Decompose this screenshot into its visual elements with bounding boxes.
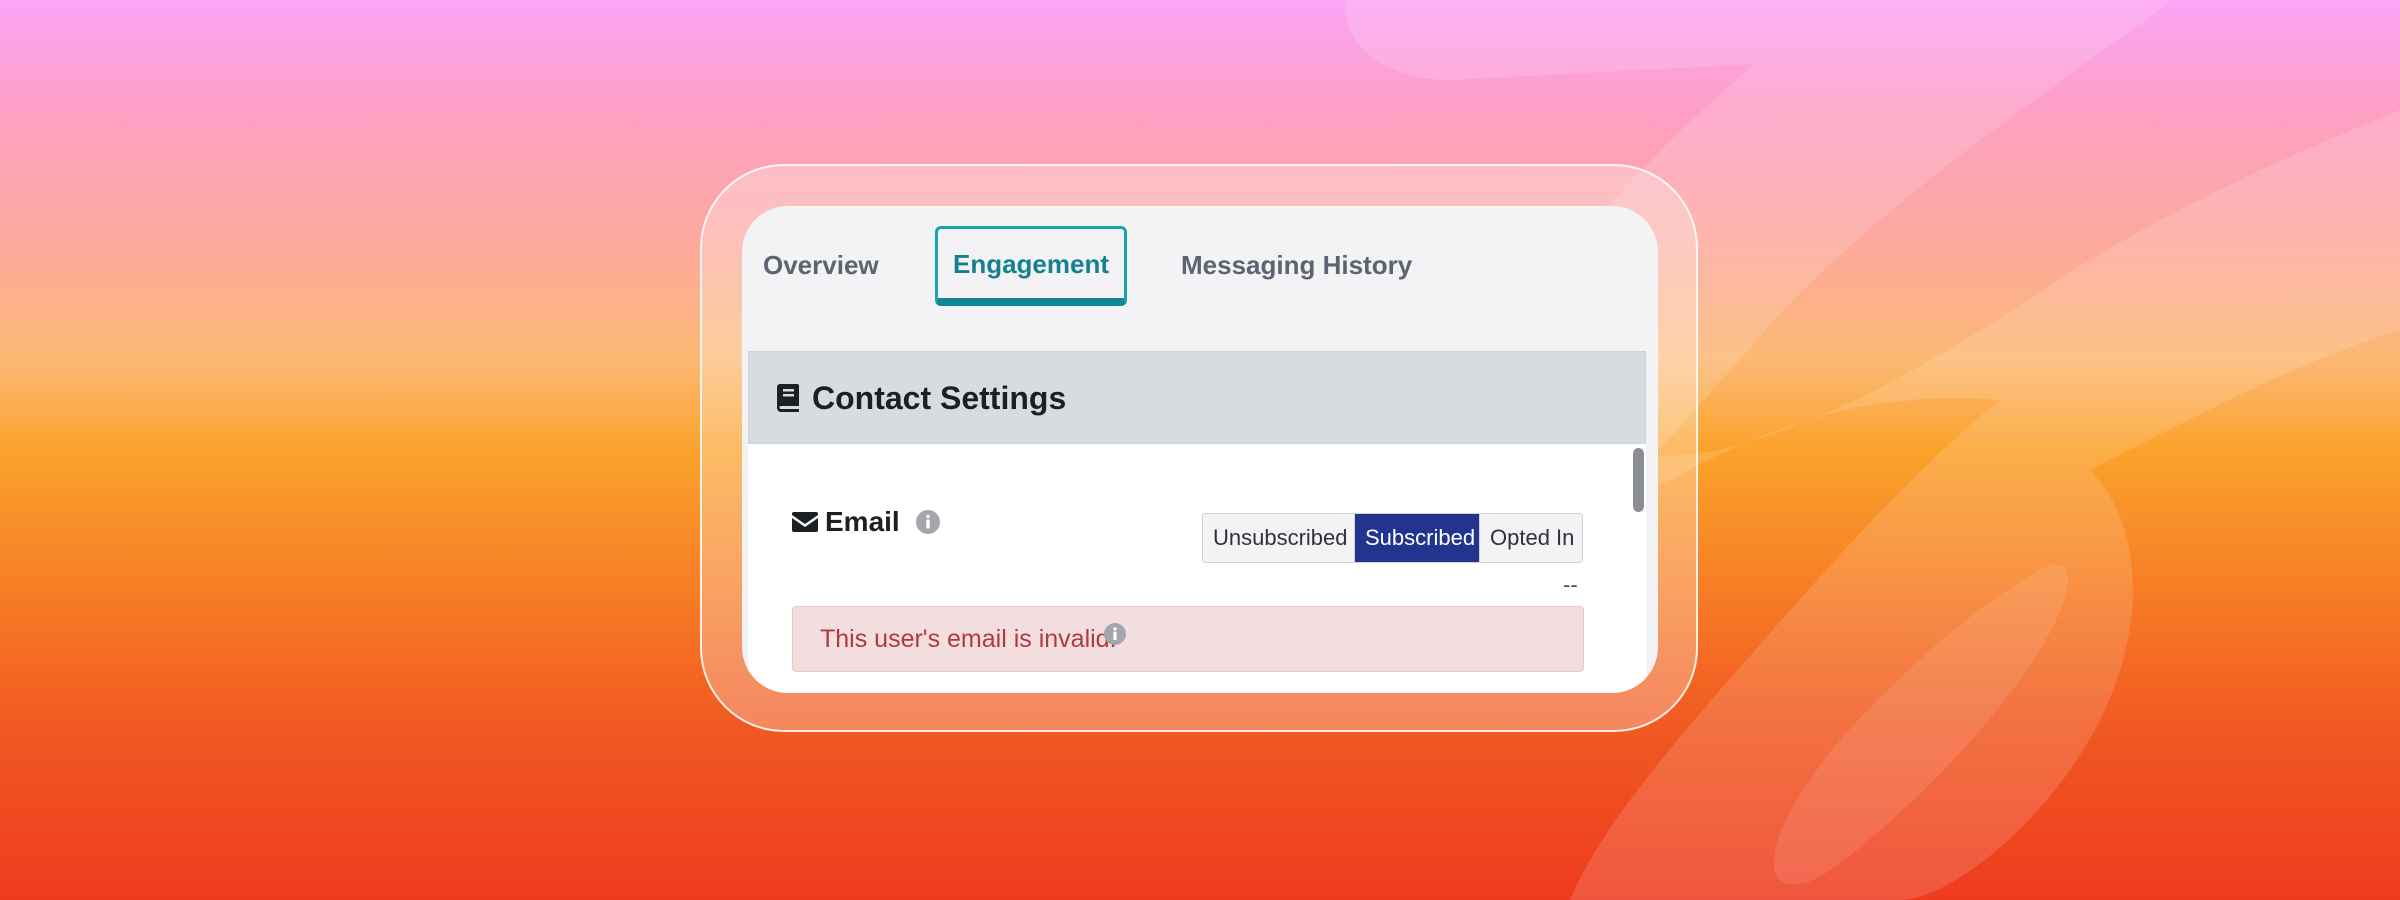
tab-bar: Overview Engagement Messaging History xyxy=(742,206,1658,350)
invalid-email-alert: This user's email is invalid. xyxy=(792,606,1584,672)
email-status-value: -- xyxy=(1563,572,1578,597)
tab-messaging-history[interactable]: Messaging History xyxy=(1181,226,1412,306)
unsubscribed-option[interactable]: Unsubscribed xyxy=(1203,514,1355,562)
book-icon xyxy=(777,384,799,412)
email-subscription-toggle: Unsubscribed Subscribed Opted In xyxy=(1202,513,1583,563)
alert-text: This user's email is invalid. xyxy=(820,625,1117,653)
panel-body: Email Unsubscribed Subscribed Opted In -… xyxy=(748,444,1646,693)
envelope-icon xyxy=(792,512,818,532)
opted-in-option[interactable]: Opted In xyxy=(1480,514,1582,562)
tab-overview[interactable]: Overview xyxy=(763,226,879,306)
contact-card: Overview Engagement Messaging History Co… xyxy=(742,206,1658,693)
panel-title: Contact Settings xyxy=(812,380,1067,416)
scrollbar-thumb[interactable] xyxy=(1633,448,1644,512)
panel-header[interactable]: Contact Settings xyxy=(748,351,1646,444)
info-icon[interactable] xyxy=(1104,623,1126,645)
tab-engagement[interactable]: Engagement xyxy=(935,226,1127,306)
email-label: Email xyxy=(825,506,900,537)
subscribed-option[interactable]: Subscribed xyxy=(1355,514,1480,562)
info-icon[interactable] xyxy=(916,510,940,534)
